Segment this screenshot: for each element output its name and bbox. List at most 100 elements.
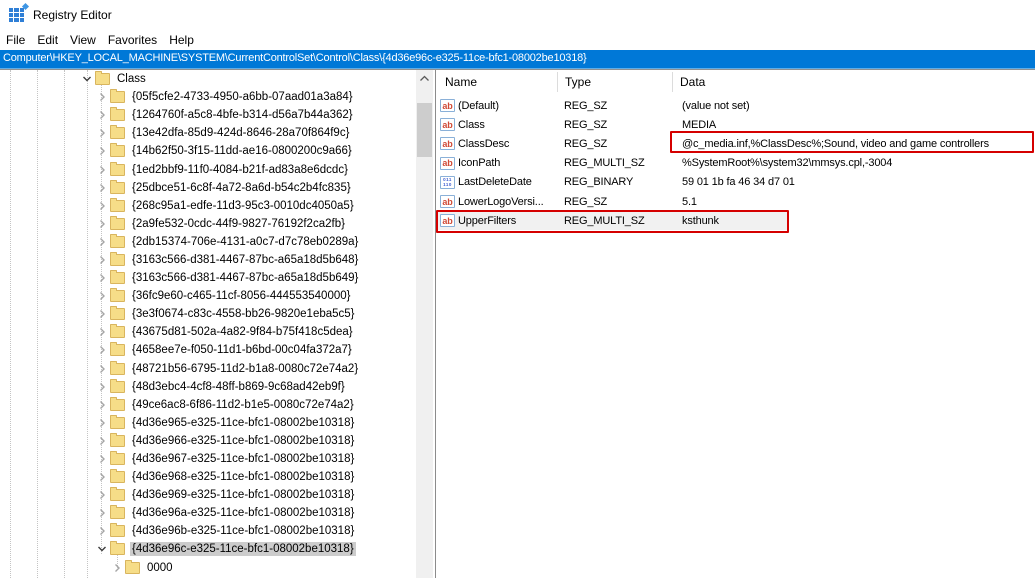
scroll-up-button[interactable] — [416, 70, 433, 87]
pane-splitter[interactable] — [435, 70, 436, 578]
tree-node[interactable]: {1264760f-a5c8-4bfe-b314-d56a7b44a362} — [0, 106, 416, 124]
value-name: IconPath — [458, 157, 556, 169]
tree-node[interactable]: {2db15374-706e-4131-a0c7-d7c78eb0289a} — [0, 233, 416, 251]
chevron-collapsed-icon[interactable] — [96, 399, 108, 411]
chevron-collapsed-icon[interactable] — [96, 417, 108, 429]
value-row-lowerlogoversi[interactable]: abLowerLogoVersi...REG_SZ5.1 — [437, 192, 1035, 211]
chevron-collapsed-icon[interactable] — [96, 290, 108, 302]
column-separator[interactable] — [672, 72, 673, 92]
tree-node[interactable]: {4d36e96a-e325-11ce-bfc1-08002be10318} — [0, 504, 416, 522]
chevron-collapsed-icon[interactable] — [96, 200, 108, 212]
chevron-collapsed-icon[interactable] — [96, 164, 108, 176]
chevron-collapsed-icon[interactable] — [96, 453, 108, 465]
tree-node[interactable]: {4d36e965-e325-11ce-bfc1-08002be10318} — [0, 414, 416, 432]
value-row-classdesc[interactable]: abClassDescREG_SZ@c_media.inf,%ClassDesc… — [437, 134, 1035, 153]
menu-edit[interactable]: Edit — [31, 30, 64, 50]
tree-node[interactable]: {48d3ebc4-4cf8-48ff-b869-9c68ad42eb9f} — [0, 378, 416, 396]
value-row-default[interactable]: ab(Default)REG_SZ(value not set) — [437, 96, 1035, 115]
chevron-collapsed-icon — [96, 525, 108, 537]
tree-node[interactable]: {14b62f50-3f15-11dd-ae16-0800200c9a66} — [0, 142, 416, 160]
window-title: Registry Editor — [33, 0, 112, 30]
tree-node[interactable]: {4d36e967-e325-11ce-bfc1-08002be10318} — [0, 450, 416, 468]
chevron-collapsed-icon[interactable] — [96, 344, 108, 356]
tree-node-label: 0000 — [145, 561, 175, 575]
tree-node-label: {4d36e966-e325-11ce-bfc1-08002be10318} — [130, 434, 356, 448]
column-header-data[interactable]: Data — [672, 70, 1035, 96]
column-header-type[interactable]: Type — [557, 70, 672, 96]
value-row-iconpath[interactable]: abIconPathREG_MULTI_SZ%SystemRoot%\syste… — [437, 154, 1035, 173]
chevron-collapsed-icon[interactable] — [96, 109, 108, 121]
tree-node[interactable]: {3163c566-d381-4467-87bc-a65a18d5b648} — [0, 251, 416, 269]
value-row-lastdeletedate[interactable]: 011110LastDeleteDateREG_BINARY59 01 1b f… — [437, 173, 1035, 192]
folder-icon — [110, 308, 125, 320]
chevron-collapsed-icon[interactable] — [96, 145, 108, 157]
tree-node[interactable]: {3163c566-d381-4467-87bc-a65a18d5b649} — [0, 269, 416, 287]
chevron-collapsed-icon[interactable] — [96, 272, 108, 284]
tree-node[interactable]: {25dbce51-6c8f-4a72-8a6d-b54c2b4fc835} — [0, 179, 416, 197]
tree-node[interactable]: {49ce6ac8-6f86-11d2-b1e5-0080c72e74a2} — [0, 396, 416, 414]
tree-node[interactable]: {1ed2bbf9-11f0-4084-b21f-ad83a8e6dcdc} — [0, 160, 416, 178]
chevron-collapsed-icon — [96, 236, 108, 248]
chevron-expanded-icon — [81, 73, 93, 85]
tree-node-class[interactable]: Class — [0, 70, 416, 88]
chevron-collapsed-icon[interactable] — [111, 562, 123, 574]
tree-node[interactable]: {05f5cfe2-4733-4950-a6bb-07aad01a3a84} — [0, 88, 416, 106]
chevron-collapsed-icon[interactable] — [96, 91, 108, 103]
chevron-collapsed-icon[interactable] — [96, 236, 108, 248]
chevron-collapsed-icon — [96, 91, 108, 103]
tree-node[interactable]: {3e3f0674-c83c-4558-bb26-9820e1eba5c5} — [0, 305, 416, 323]
tree-node-label: {3163c566-d381-4467-87bc-a65a18d5b648} — [130, 253, 360, 267]
address-bar-input[interactable]: Computer\HKEY_LOCAL_MACHINE\SYSTEM\Curre… — [0, 50, 1035, 70]
chevron-collapsed-icon — [96, 417, 108, 429]
tree-node[interactable]: {4658ee7e-f050-11d1-b6bd-00c04fa372a7} — [0, 341, 416, 359]
tree-node[interactable]: {4d36e969-e325-11ce-bfc1-08002be10318} — [0, 486, 416, 504]
chevron-collapsed-icon — [96, 308, 108, 320]
chevron-expanded-icon[interactable] — [81, 73, 93, 85]
tree-node[interactable]: {43675d81-502a-4a82-9f84-b75f418c5dea} — [0, 323, 416, 341]
chevron-collapsed-icon[interactable] — [96, 489, 108, 501]
chevron-collapsed-icon[interactable] — [96, 182, 108, 194]
chevron-collapsed-icon — [96, 272, 108, 284]
chevron-collapsed-icon[interactable] — [96, 326, 108, 338]
tree-node[interactable]: {4d36e966-e325-11ce-bfc1-08002be10318} — [0, 432, 416, 450]
tree-node[interactable]: {36fc9e60-c465-11cf-8056-444553540000} — [0, 287, 416, 305]
chevron-collapsed-icon[interactable] — [96, 507, 108, 519]
folder-icon — [110, 290, 125, 302]
value-row-upperfilters[interactable]: abUpperFiltersREG_MULTI_SZksthunk — [437, 211, 789, 230]
tree-node[interactable]: {4d36e96b-e325-11ce-bfc1-08002be10318} — [0, 522, 416, 540]
chevron-collapsed-icon[interactable] — [96, 218, 108, 230]
chevron-collapsed-icon[interactable] — [96, 254, 108, 266]
chevron-collapsed-icon[interactable] — [96, 435, 108, 447]
menu-favorites[interactable]: Favorites — [102, 30, 163, 50]
menu-view[interactable]: View — [64, 30, 102, 50]
menu-help[interactable]: Help — [163, 30, 200, 50]
value-type: REG_MULTI_SZ — [556, 157, 671, 169]
tree-node[interactable]: {4d36e96c-e325-11ce-bfc1-08002be10318} — [0, 540, 416, 558]
value-row-class[interactable]: abClassREG_SZMEDIA — [437, 115, 1035, 134]
tree-node[interactable]: {4d36e968-e325-11ce-bfc1-08002be10318} — [0, 468, 416, 486]
column-separator[interactable] — [557, 72, 558, 92]
chevron-collapsed-icon[interactable] — [96, 308, 108, 320]
chevron-collapsed-icon[interactable] — [96, 363, 108, 375]
tree-node-label: {25dbce51-6c8f-4a72-8a6d-b54c2b4fc835} — [130, 181, 353, 195]
chevron-collapsed-icon[interactable] — [96, 381, 108, 393]
tree-node[interactable]: {2a9fe532-0cdc-44f9-9827-76192f2ca2fb} — [0, 215, 416, 233]
tree-node[interactable]: {268c95a1-edfe-11d3-95c3-0010dc4050a5} — [0, 197, 416, 215]
chevron-collapsed-icon[interactable] — [96, 525, 108, 537]
column-header-name[interactable]: Name — [437, 70, 557, 96]
chevron-collapsed-icon[interactable] — [96, 471, 108, 483]
folder-icon — [110, 381, 125, 393]
menu-file[interactable]: File — [0, 30, 31, 50]
string-value-icon: ab — [440, 195, 455, 208]
chevron-collapsed-icon[interactable] — [96, 127, 108, 139]
tree-scrollbar[interactable] — [416, 70, 433, 578]
tree-scrollbar-thumb[interactable] — [417, 103, 432, 157]
tree-node-label: {4658ee7e-f050-11d1-b6bd-00c04fa372a7} — [130, 343, 354, 357]
value-data: MEDIA — [671, 119, 1035, 131]
tree-node[interactable]: {13e42dfa-85d9-424d-8646-28a70f864f9c} — [0, 124, 416, 142]
tree-node-label: Class — [115, 72, 148, 86]
chevron-expanded-icon[interactable] — [96, 543, 108, 555]
tree-node[interactable]: {48721b56-6795-11d2-b1a8-0080c72e74a2} — [0, 360, 416, 378]
tree-node-0000[interactable]: 0000 — [0, 559, 416, 577]
value-name: Class — [458, 119, 556, 131]
